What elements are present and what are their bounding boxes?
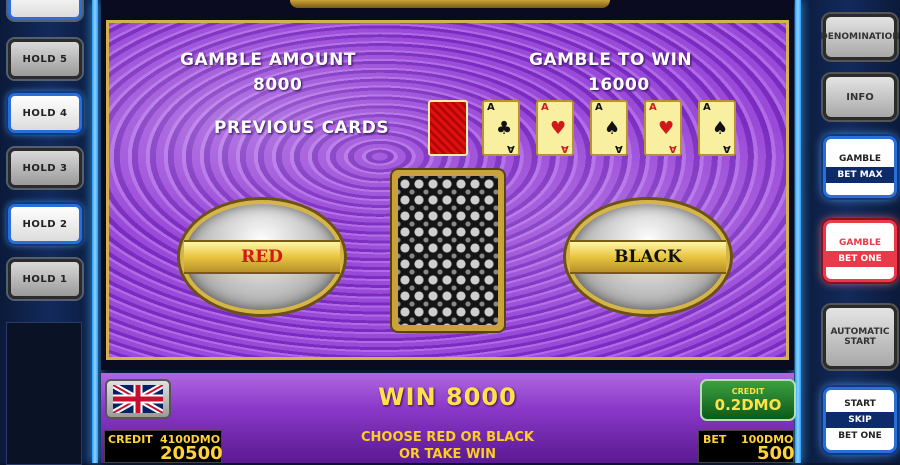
hold-5-label: HOLD 5	[22, 53, 68, 65]
hold-1-label: HOLD 1	[22, 273, 68, 285]
card-suit-icon: ♣	[496, 118, 513, 139]
automatic-start-button[interactable]: AUTOMATIC START	[823, 305, 897, 369]
hold-4-button[interactable]: HOLD 4	[8, 93, 82, 133]
previous-card: A ♥ A	[644, 100, 682, 156]
credit-label: CREDIT	[108, 433, 153, 446]
hold-1-button[interactable]: HOLD 1	[8, 259, 82, 299]
previous-card: A ♣ A	[482, 100, 520, 156]
previous-card: A ♠ A	[590, 100, 628, 156]
card-rank-inverted: A	[507, 143, 515, 154]
gamble-amount-value: 8000	[253, 75, 303, 95]
bet-one-label: BET ONE	[838, 431, 882, 441]
hold-4-label: HOLD 4	[22, 107, 68, 119]
skip-label: SKIP	[826, 412, 894, 428]
card-rank-inverted: A	[723, 143, 731, 154]
bet-box: BET 100DMO 500	[698, 430, 795, 464]
previous-card: A ♠ A	[698, 100, 736, 156]
hold-2-button[interactable]: HOLD 2	[8, 204, 82, 244]
card-rank: A	[541, 102, 549, 113]
gamble-bet-max-top: GAMBLE	[838, 154, 882, 164]
gamble-bet-one-top: GAMBLE	[838, 238, 882, 248]
start-label: START	[844, 399, 876, 409]
card-back-small	[428, 100, 468, 156]
gamble-bet-max-button[interactable]: GAMBLE BET MAX	[823, 136, 897, 198]
gamble-to-win-label: GAMBLE TO WIN	[529, 50, 693, 70]
card-back-pattern	[398, 176, 498, 325]
bet-value: 500	[757, 443, 795, 464]
previous-cards-label: PREVIOUS CARDS	[214, 118, 390, 138]
automatic-start-label: AUTOMATIC START	[830, 327, 890, 347]
bet-label: BET	[703, 433, 727, 446]
gamble-bet-max-bottom: BET MAX	[826, 167, 894, 183]
card-suit-icon: ♠	[604, 118, 621, 139]
left-button-panel: HOLD 5 HOLD 4 HOLD 3 HOLD 2 HOLD 1	[0, 0, 100, 465]
black-button[interactable]: BLACK	[566, 200, 730, 314]
left-edge-light	[92, 0, 98, 463]
card-rank-inverted: A	[615, 143, 623, 154]
gamble-amount-label: GAMBLE AMOUNT	[180, 50, 357, 70]
denomination-label: DENOMINATION	[820, 32, 900, 42]
hold-3-label: HOLD 3	[22, 162, 68, 174]
gamble-card-face-down	[392, 170, 504, 331]
start-skip-button[interactable]: START SKIP BET ONE	[823, 387, 897, 453]
left-lower-screen	[6, 322, 82, 465]
card-rank: A	[595, 102, 603, 113]
denom-chip-top: CREDIT	[731, 386, 765, 396]
previous-card: A ♥ A	[536, 100, 574, 156]
hold-2-label: HOLD 2	[22, 218, 68, 230]
gamble-to-win-value: 16000	[588, 75, 650, 95]
card-rank-inverted: A	[561, 143, 569, 154]
denomination-chip[interactable]: CREDIT 0.2DMO	[700, 379, 796, 421]
card-rank-inverted: A	[669, 143, 677, 154]
denom-chip-value: 0.2DMO	[714, 395, 782, 414]
credit-box: CREDIT 4100DMO 20500	[104, 430, 223, 464]
card-suit-icon: ♥	[550, 118, 567, 139]
red-button[interactable]: RED	[180, 200, 344, 314]
info-label: INFO	[846, 91, 874, 103]
credit-value: 20500	[160, 443, 223, 464]
card-suit-icon: ♥	[658, 118, 675, 139]
card-rank: A	[487, 102, 495, 113]
card-suit-icon: ♠	[712, 118, 729, 139]
win-amount-text: WIN 8000	[378, 383, 517, 411]
info-button[interactable]: INFO	[823, 74, 897, 120]
black-label: BLACK	[570, 240, 726, 274]
gamble-bet-one-button[interactable]: GAMBLE BET ONE	[823, 220, 897, 282]
gamble-bet-one-bottom: BET ONE	[826, 251, 894, 267]
hold-5-button[interactable]: HOLD 5	[8, 39, 82, 79]
hold-3-button[interactable]: HOLD 3	[8, 148, 82, 188]
card-rank: A	[703, 102, 711, 113]
denomination-button[interactable]: DENOMINATION	[820, 14, 900, 60]
logo-fragment	[290, 0, 610, 8]
red-label: RED	[184, 240, 340, 274]
card-rank: A	[649, 102, 657, 113]
top-partial-button[interactable]	[8, 0, 82, 20]
